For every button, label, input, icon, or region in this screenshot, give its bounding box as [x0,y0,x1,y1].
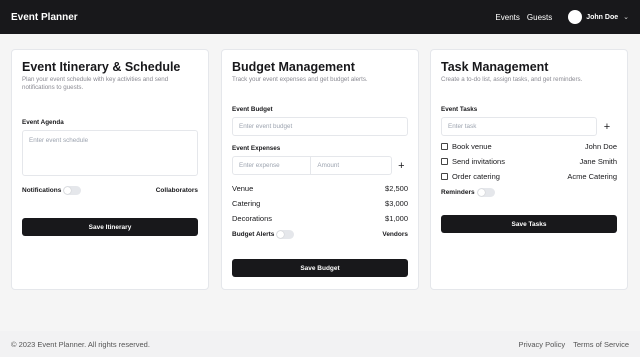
footer: © 2023 Event Planner. All rights reserve… [0,331,640,357]
event-tasks-label: Event Tasks [441,106,478,113]
budget-item-row: Venue $2,500 [232,181,408,196]
itinerary-title: Event Itinerary & Schedule [22,60,181,74]
task-assignee: John Doe [584,142,617,151]
task-assignee: Jane Smith [579,157,617,166]
nav-events[interactable]: Events [495,13,519,22]
task-checkbox[interactable] [441,173,448,180]
avatar[interactable] [568,10,583,24]
task-name: Order catering [452,172,500,181]
budget-alerts-toggle[interactable] [276,230,295,239]
notifications-toggle[interactable] [63,186,82,195]
reminders-toggle[interactable] [476,188,495,197]
budget-alerts-label: Budget Alerts [232,231,275,238]
budget-item-amount: $3,000 [385,199,408,208]
task-assignee: Acme Catering [567,172,617,181]
copyright-text: © 2023 Event Planner. All rights reserve… [11,339,150,349]
itinerary-subtitle: Plan your event schedule with key activi… [22,76,169,91]
tasks-title: Task Management [441,60,549,74]
budget-options-row: Budget Alerts Vendors [232,230,408,239]
agenda-label: Event Agenda [22,119,64,126]
budget-item-row: Catering $3,000 [232,196,408,211]
budget-item-name: Catering [232,199,261,208]
add-expense-icon[interactable]: + [395,160,408,172]
user-name[interactable]: John Doe [586,14,618,21]
event-expenses-label: Event Expenses [232,145,281,152]
budget-card: Budget Management Track your event expen… [221,49,419,290]
app-brand[interactable]: Event Planner [11,12,78,23]
task-row: Send invitations Jane Smith [441,154,617,169]
top-navbar: Event Planner Events Guests John Doe ⌄ [0,0,640,34]
privacy-policy-link[interactable]: Privacy Policy [518,340,565,349]
save-itinerary-button[interactable]: Save Itinerary [22,218,198,236]
chevron-down-icon[interactable]: ⌄ [623,13,629,21]
amount-input[interactable]: Amount [311,156,392,175]
event-budget-label: Event Budget [232,106,273,113]
reminders-label: Reminders [441,189,475,196]
add-task-icon[interactable]: + [600,121,614,133]
user-menu[interactable]: John Doe ⌄ [568,10,629,24]
budget-title: Budget Management [232,60,355,74]
task-name: Book venue [452,142,492,151]
reminders-row: Reminders [441,188,617,197]
tasks-card: Task Management Create a to-do list, ass… [430,49,628,290]
task-entry-row: Enter task + [441,117,617,136]
task-row: Book venue John Doe [441,139,617,154]
save-budget-button[interactable]: Save Budget [232,259,408,277]
terms-of-service-link[interactable]: Terms of Service [573,340,629,349]
save-tasks-button[interactable]: Save Tasks [441,215,617,233]
event-budget-input[interactable]: Enter event budget [232,117,408,136]
task-checkbox[interactable] [441,158,448,165]
itinerary-options-row: Notifications Collaborators [22,186,198,195]
nav-guests[interactable]: Guests [527,13,552,22]
budget-item-amount: $1,000 [385,214,408,223]
task-input[interactable]: Enter task [441,117,597,136]
budget-item-name: Venue [232,184,254,193]
budget-item-amount: $2,500 [385,184,408,193]
expense-entry-row: Enter expense Amount + [232,156,408,175]
agenda-textarea[interactable]: Enter event schedule [22,130,198,176]
footer-links: Privacy Policy Terms of Service [510,340,629,349]
collaborators-label[interactable]: Collaborators [156,187,198,194]
task-name: Send invitations [452,157,505,166]
budget-item-row: Decorations $1,000 [232,211,408,226]
tasks-subtitle: Create a to-do list, assign tasks, and g… [441,76,583,83]
itinerary-card: Event Itinerary & Schedule Plan your eve… [11,49,209,290]
task-row: Order catering Acme Catering [441,169,617,184]
main-nav: Events Guests John Doe ⌄ [495,10,629,24]
vendors-label[interactable]: Vendors [382,231,408,238]
expense-input[interactable]: Enter expense [232,156,312,175]
budget-subtitle: Track your event expenses and get budget… [232,76,368,83]
notifications-label: Notifications [22,187,62,194]
task-checkbox[interactable] [441,143,448,150]
budget-item-name: Decorations [232,214,273,223]
